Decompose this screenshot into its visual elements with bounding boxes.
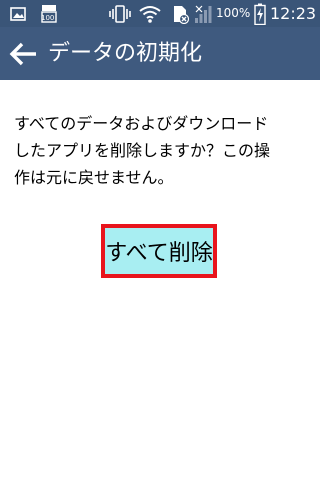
signal-no-service-icon [192, 0, 214, 27]
sd-card-error-icon [168, 0, 192, 27]
delete-all-button[interactable]: すべて削除 [101, 224, 217, 278]
message-line: したアプリを削除しますか？この操 [14, 141, 271, 160]
clock: 12:23 [270, 4, 317, 23]
vibrate-icon [108, 0, 132, 27]
message-line: 作は元に戻せません。 [14, 168, 174, 187]
back-button[interactable] [6, 39, 40, 69]
page-title: データの初期化 [48, 41, 203, 66]
confirmation-message: すべてのデータおよびダウンロード したアプリを削除しますか？この操 作は元に戻せ… [14, 110, 310, 191]
status-bar: 100 100% 12:23 [0, 0, 320, 27]
wifi-icon [137, 0, 163, 27]
arrow-left-icon [8, 42, 38, 66]
battery-charging-icon [252, 0, 268, 27]
message-line: すべてのデータおよびダウンロード [14, 114, 269, 133]
image-icon [8, 0, 28, 27]
battery-percent: 100% [216, 6, 251, 20]
action-bar: データの初期化 [0, 27, 320, 80]
